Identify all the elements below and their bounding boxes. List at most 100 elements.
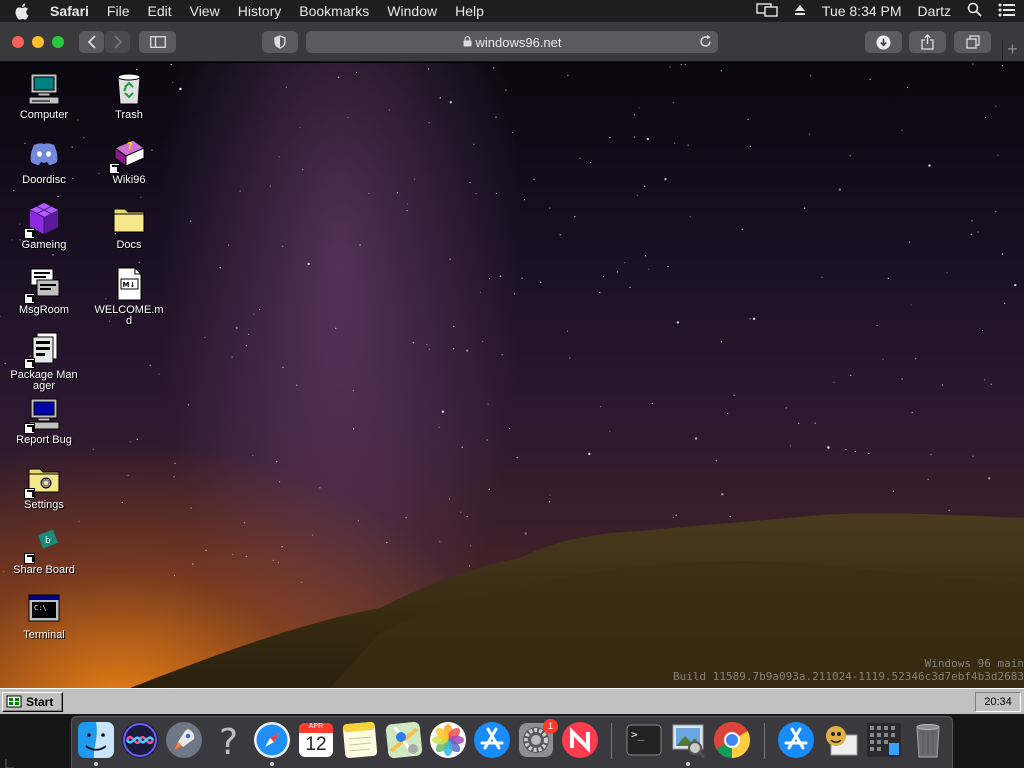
app-store-icon[interactable]	[473, 721, 511, 759]
terminal-prompt: >_	[631, 728, 645, 741]
markdown-file-icon: M↓	[111, 266, 147, 302]
svg-text:b: b	[45, 536, 51, 546]
character-app-icon[interactable]	[821, 721, 859, 759]
finder-running-indicator	[94, 762, 98, 766]
menu-bar: Safari File Edit View History Bookmarks …	[0, 0, 1024, 22]
sidebar-icon	[149, 36, 166, 48]
discord-icon	[26, 136, 62, 172]
preview-running-indicator	[686, 762, 690, 766]
minimize-window-button[interactable]	[32, 36, 44, 48]
chevron-right-icon	[113, 35, 122, 49]
build-line-edition: Windows 96 main	[924, 657, 1024, 670]
tab-overview-button[interactable]	[954, 31, 991, 53]
siri-icon[interactable]	[121, 721, 159, 759]
recycle-bin-icon	[111, 71, 147, 107]
airplay-display-icon[interactable]	[756, 2, 778, 20]
menu-edit[interactable]: Edit	[138, 0, 180, 22]
svg-text:?: ?	[127, 141, 133, 152]
win96-taskbar: Start 20:34	[0, 688, 1024, 714]
reload-icon[interactable]	[699, 35, 712, 51]
system-preferences-badge: 1	[543, 719, 558, 734]
package-manager-icon	[24, 331, 62, 369]
win96-desktop[interactable]: Computer Doordisc Gameing MsgRoom Packag…	[0, 63, 1024, 688]
menu-help[interactable]: Help	[446, 0, 493, 22]
app-store-download-icon[interactable]	[777, 721, 815, 759]
desktop-icon-docs[interactable]: Docs	[93, 201, 165, 251]
download-icon	[876, 35, 891, 49]
desktop-icon-gameing[interactable]: Gameing	[8, 201, 80, 251]
photos-icon[interactable]	[429, 721, 467, 759]
downloads-button[interactable]	[865, 31, 902, 53]
preview-icon[interactable]	[669, 721, 707, 759]
mouse-cursor-icon	[5, 759, 14, 768]
safari-icon[interactable]	[253, 721, 291, 759]
build-watermark: Windows 96 main Build 11589.7b9a093a.211…	[673, 657, 1024, 683]
sidebar-toggle-button[interactable]	[139, 31, 176, 53]
desktop-icon-doordisc[interactable]: Doordisc	[8, 136, 80, 186]
menubar-clock[interactable]: Tue 8:34 PM	[822, 3, 902, 19]
desktop-icon-computer[interactable]: Computer	[8, 71, 80, 121]
menu-app-safari[interactable]: Safari	[44, 0, 98, 22]
taskbar-clock[interactable]: 20:34	[975, 692, 1021, 712]
dock-separator	[611, 723, 612, 759]
terminal-icon: C:\	[26, 591, 62, 627]
desktop-icon-share-board[interactable]: b Share Board	[8, 526, 80, 576]
menu-bookmarks[interactable]: Bookmarks	[290, 0, 378, 22]
trash-icon[interactable]	[909, 721, 947, 759]
apple-icon[interactable]	[14, 3, 44, 20]
fullscreen-window-button[interactable]	[52, 36, 64, 48]
terminal-icon[interactable]: >_	[625, 721, 663, 759]
svg-text:C:\: C:\	[34, 604, 47, 612]
calendar-icon[interactable]: APR 12	[297, 721, 335, 759]
calendar-day: 12	[305, 734, 327, 755]
chevron-left-icon	[87, 35, 96, 49]
computer-icon	[26, 71, 62, 107]
desktop-icon-welcome-md[interactable]: M↓ WELCOME.md	[93, 266, 165, 327]
desktop-icon-settings[interactable]: Settings	[8, 461, 80, 511]
maps-icon[interactable]	[385, 721, 423, 759]
share-icon	[921, 34, 934, 50]
help-icon[interactable]: ?	[209, 721, 247, 759]
menu-file[interactable]: File	[98, 0, 139, 22]
safari-running-indicator	[270, 762, 274, 766]
browser-toolbar: windows96.net +	[0, 22, 1024, 62]
back-button[interactable]	[79, 31, 104, 53]
game-cube-icon	[24, 201, 62, 239]
privacy-shield-button[interactable]	[262, 31, 298, 53]
desktop-icon-wiki96[interactable]: ? Wiki96	[93, 136, 165, 186]
svg-text:?: ?	[219, 722, 238, 759]
spotlight-search-icon[interactable]	[967, 2, 982, 20]
build-line-number: Build 11589.7b9a093a.211024-1119.52346c3…	[673, 670, 1024, 683]
start-button[interactable]: Start	[2, 692, 63, 712]
calendar-month: APR	[308, 723, 324, 730]
chrome-icon[interactable]	[713, 721, 751, 759]
menubar-user[interactable]: Dartz	[918, 3, 951, 19]
help-book-icon: ?	[109, 136, 147, 174]
bug-report-icon	[24, 396, 62, 434]
shield-icon	[274, 35, 286, 49]
menu-view[interactable]: View	[181, 0, 229, 22]
finder-icon[interactable]	[77, 721, 115, 759]
share-board-icon: b	[24, 526, 62, 564]
start-logo-icon	[6, 695, 22, 708]
desktop-icon-terminal[interactable]: C:\ Terminal	[8, 591, 80, 641]
forward-button[interactable]	[105, 31, 130, 53]
desktop-icon-trash[interactable]: Trash	[93, 71, 165, 121]
close-window-button[interactable]	[12, 36, 24, 48]
desktop-icon-report-bug[interactable]: Report Bug	[8, 396, 80, 446]
share-button[interactable]	[909, 31, 946, 53]
menu-history[interactable]: History	[229, 0, 291, 22]
news-icon[interactable]	[561, 721, 599, 759]
menu-window[interactable]: Window	[378, 0, 446, 22]
grid-app-icon[interactable]	[865, 721, 903, 759]
eject-icon[interactable]	[794, 3, 806, 19]
notes-icon[interactable]	[341, 721, 379, 759]
tabs-icon	[965, 35, 980, 49]
start-label: Start	[26, 695, 54, 709]
notification-center-icon[interactable]	[998, 3, 1016, 20]
address-bar[interactable]: windows96.net	[306, 31, 718, 53]
launchpad-icon[interactable]	[165, 721, 203, 759]
desktop-icon-package-manager[interactable]: Package Manager	[8, 331, 80, 392]
new-tab-button[interactable]: +	[1002, 40, 1022, 60]
desktop-icon-msgroom[interactable]: MsgRoom	[8, 266, 80, 316]
